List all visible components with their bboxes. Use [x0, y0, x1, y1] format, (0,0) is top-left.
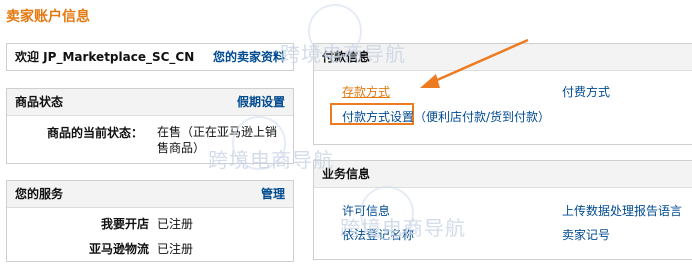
watermark: 跨境电商导航: [340, 216, 466, 240]
watermark: 跨境电商导航: [208, 148, 334, 172]
watermark: 跨境电商导航: [280, 42, 406, 66]
